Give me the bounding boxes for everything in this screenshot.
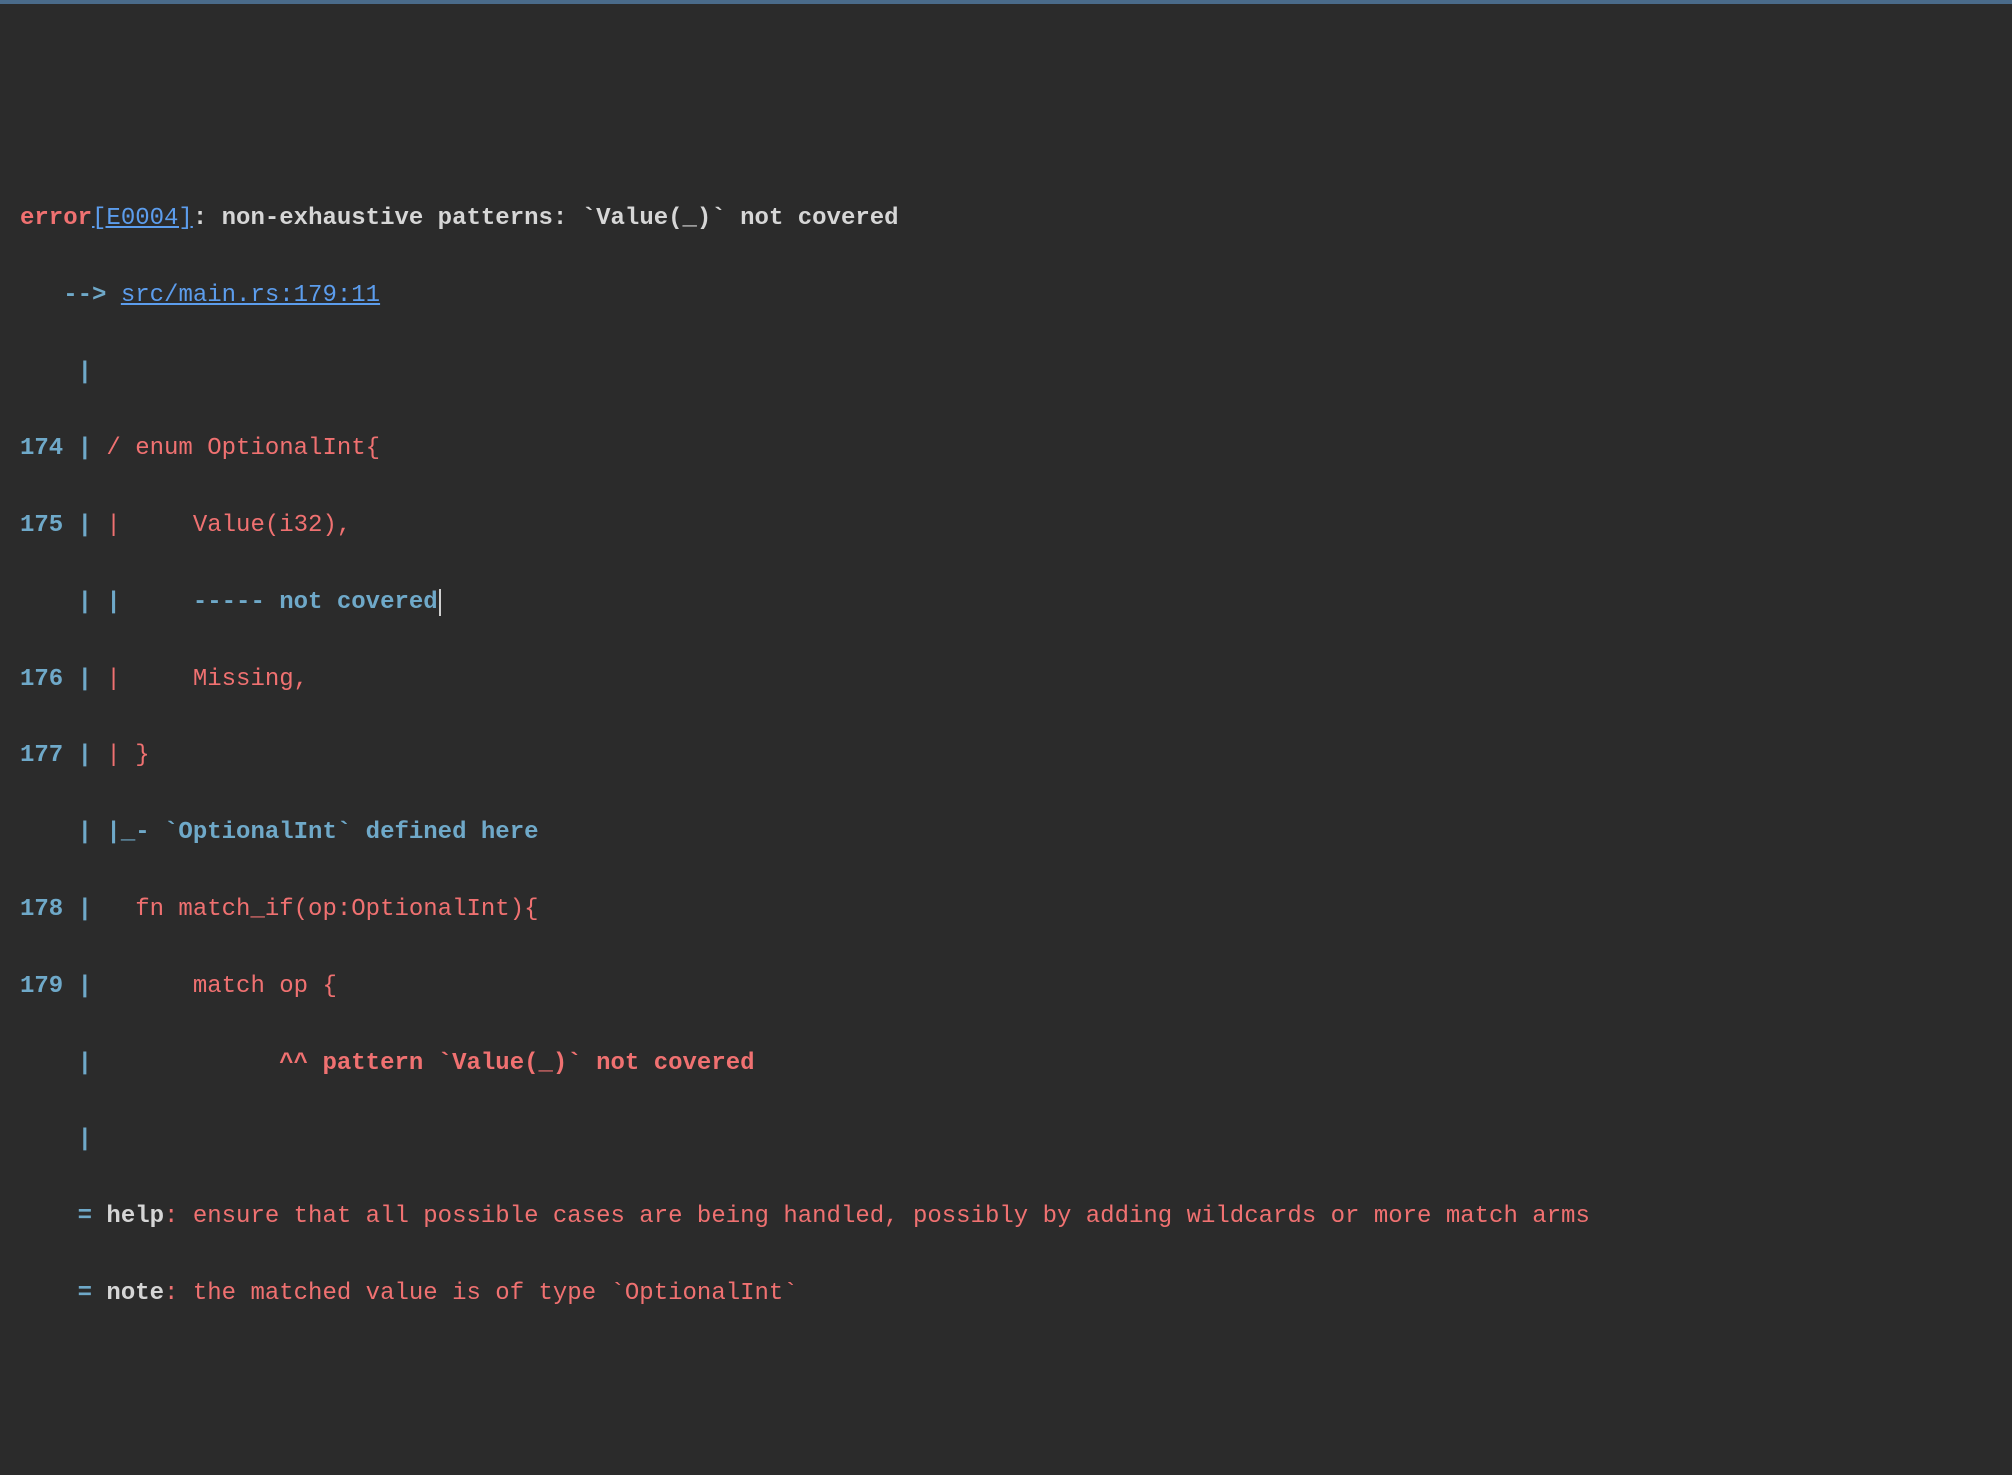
code-176: | Missing, [106,666,308,693]
code-line-179: 179 | match op { [20,968,1992,1006]
note-text: : the matched value is of type `Optional… [164,1280,798,1307]
help-label: help [106,1203,164,1230]
code-line-175: 175 | | Value(i32), [20,507,1992,545]
note-line: = note: the matched value is of type `Op… [20,1275,1992,1313]
code-line-174: 174 | / enum OptionalInt{ [20,430,1992,468]
code-177: | } [106,742,149,769]
help-text: : ensure that all possible cases are bei… [164,1203,1590,1230]
code-175: | Value(i32), [106,512,351,539]
error-message: : non-exhaustive patterns: `Value(_)` no… [193,205,899,232]
note-label: note [106,1280,164,1307]
defined-here-bar: |_- [106,819,164,846]
caret-line: | ^^ pattern `Value(_)` not covered [20,1045,1992,1083]
underline-label: not covered [279,589,437,616]
help-line: = help: ensure that all possible cases a… [20,1198,1992,1236]
line-number-179: 179 | [20,973,106,1000]
line-number-178: 178 | [20,896,106,923]
gutter-empty-1: | [20,354,1992,392]
code-179: match op { [106,973,336,1000]
underline-line: | | ----- not covered [20,584,1992,622]
error-label: error [20,205,92,232]
error-code-link[interactable]: [E0004] [92,205,193,232]
line-number-175: 175 | [20,512,106,539]
caret-marks: ^^ [279,1050,322,1077]
defined-here-text: `OptionalInt` defined here [164,819,538,846]
caret-label: pattern `Value(_)` not covered [322,1050,754,1077]
line-number-174: 174 | [20,435,106,462]
underline-dashes: | ----- [106,589,279,616]
error-header: error[E0004]: non-exhaustive patterns: `… [20,200,1992,238]
location-line: --> src/main.rs:179:11 [20,277,1992,315]
code-line-178: 178 | fn match_if(op:OptionalInt){ [20,891,1992,929]
code-line-177: 177 | | } [20,737,1992,775]
defined-here-line: | |_- `OptionalInt` defined here [20,814,1992,852]
gutter-empty-2: | [20,1121,1992,1159]
text-cursor [439,589,441,615]
source-location-link[interactable]: src/main.rs:179:11 [121,282,380,309]
code-174: / enum OptionalInt{ [106,435,380,462]
location-arrow: --> [20,282,121,309]
line-number-177: 177 | [20,742,106,769]
code-178: fn match_if(op:OptionalInt){ [106,896,538,923]
line-number-176: 176 | [20,666,106,693]
code-line-176: 176 | | Missing, [20,661,1992,699]
